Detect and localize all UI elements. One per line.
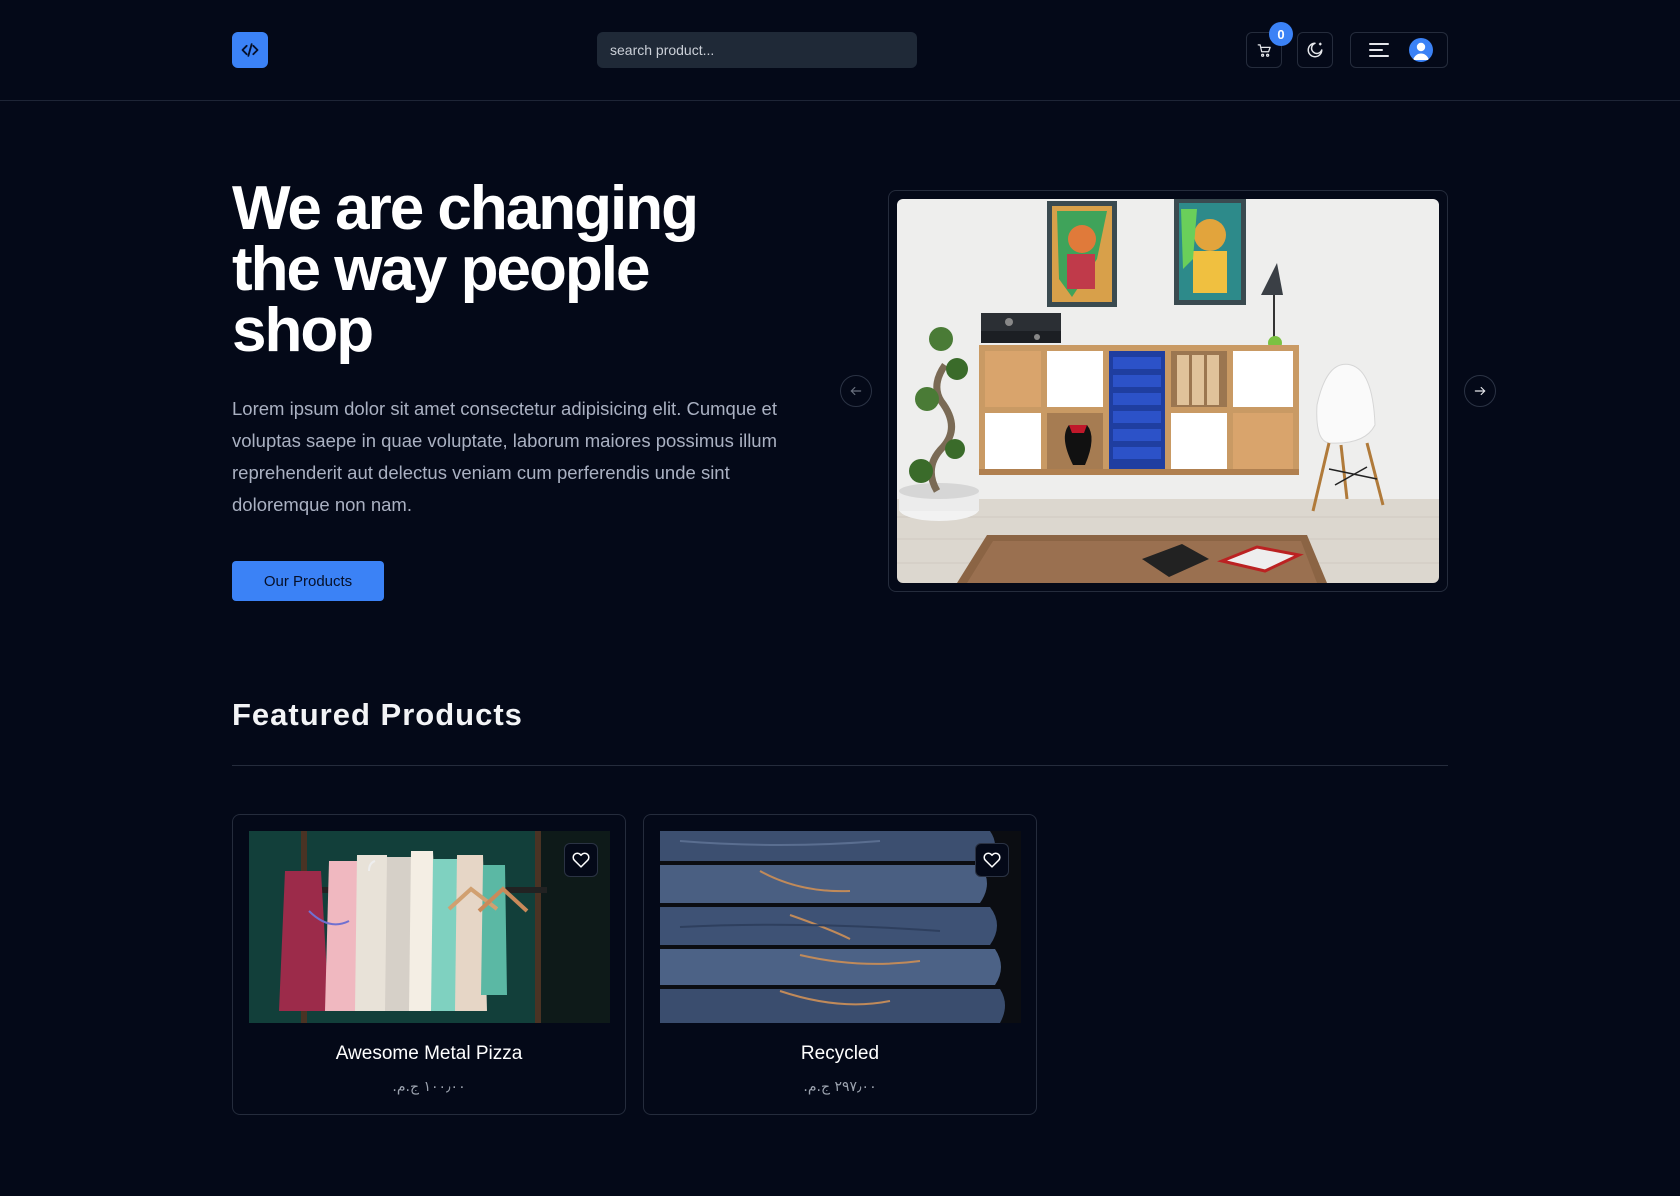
living-room-furniture-photo [897,199,1439,583]
featured-products-title: Featured Products [232,697,523,732]
hero-carousel [888,190,1448,592]
clothing-rack-photo [249,831,610,1023]
product-card[interactable]: Recycled ٢٩٧٫٠٠ ج.م.‏ [643,814,1037,1115]
folded-jeans-photo [660,831,1021,1023]
moon-icon [1307,42,1323,58]
favorite-button[interactable] [564,843,598,877]
product-name[interactable]: Awesome Metal Pizza [233,1043,625,1065]
section-divider [232,765,1448,766]
navbar: 0 [0,0,1680,101]
carousel-next-button[interactable] [1464,375,1496,407]
hero-title: We are changing the way people shop [232,174,699,365]
product-price: ٢٩٧٫٠٠ ج.م.‏ [803,1079,877,1095]
arrow-right-icon [1474,386,1486,396]
cart-count-badge: 0 [1269,22,1293,46]
carousel-prev-button[interactable] [840,375,872,407]
code-icon [241,43,259,57]
arrow-left-icon [850,386,862,396]
heart-icon [983,852,1001,868]
logo[interactable] [232,32,268,68]
heart-icon [572,852,590,868]
search-input[interactable] [597,32,917,68]
hero-description: Lorem ipsum dolor sit amet consectetur a… [232,398,778,515]
hamburger-icon [1369,43,1389,57]
user-menu-button[interactable] [1350,32,1448,68]
theme-toggle-button[interactable] [1297,32,1333,68]
product-name[interactable]: Recycled [644,1043,1036,1065]
favorite-button[interactable] [975,843,1009,877]
product-card[interactable]: Awesome Metal Pizza ١٠٠٫٠٠ ج.م.‏ [232,814,626,1115]
our-products-button[interactable]: Our Products [232,561,384,601]
cart-icon [1257,43,1271,57]
product-price: ١٠٠٫٠٠ ج.م.‏ [392,1079,466,1095]
user-avatar-icon [1409,38,1433,62]
